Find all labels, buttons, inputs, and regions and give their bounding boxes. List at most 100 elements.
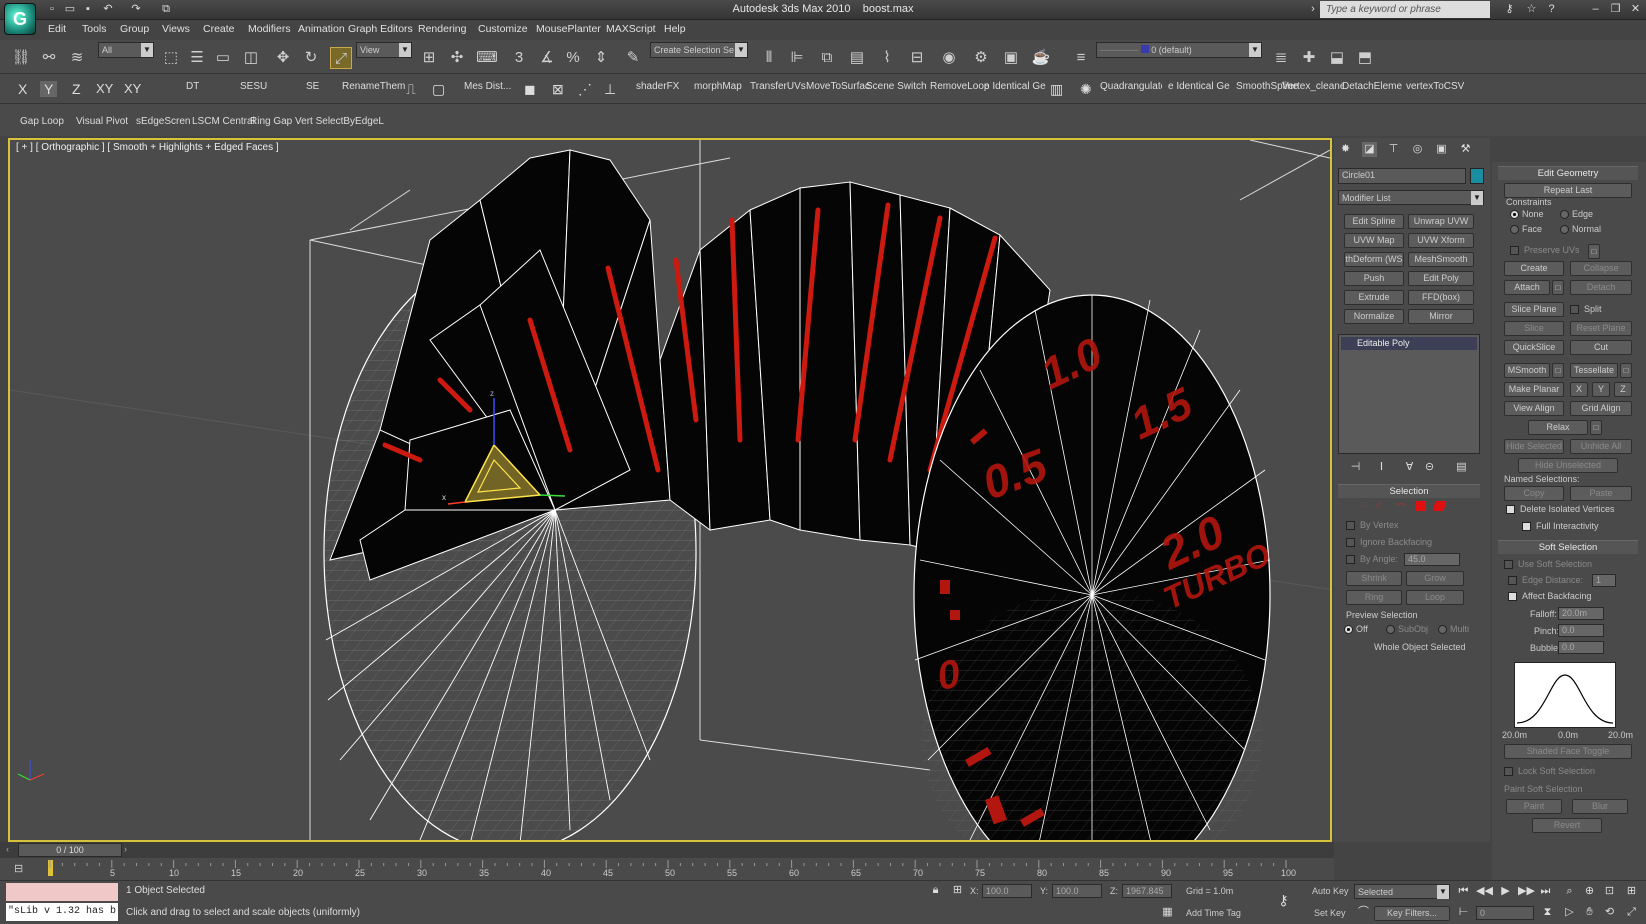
app-logo[interactable]: G	[4, 3, 36, 35]
uvw-map-button[interactable]: UVW Map	[1344, 233, 1404, 248]
set-key-button[interactable]: Set Key	[1314, 908, 1346, 918]
next-frame-icon[interactable]: ▶▶	[1518, 884, 1535, 899]
script-identical-geo-2[interactable]: e Identical Ge	[1168, 81, 1230, 92]
menu-animation[interactable]: Animation	[298, 23, 345, 35]
tessellate-settings-button[interactable]: □	[1620, 363, 1632, 378]
paint-button[interactable]: Paint	[1506, 799, 1562, 814]
bubble-spinner[interactable]: 0.0	[1558, 641, 1604, 654]
tool-edge-screen[interactable]: sEdgeScren	[136, 116, 190, 127]
select-manipulate-icon[interactable]: ✣	[446, 47, 468, 69]
ignore-backfacing-checkbox[interactable]	[1346, 538, 1355, 547]
mirror-icon[interactable]: ⫴	[758, 47, 780, 69]
planar-z-button[interactable]: Z	[1614, 382, 1632, 397]
script-movetosurface[interactable]: MoveToSurfac	[806, 81, 874, 92]
redo-icon[interactable]: ↷	[128, 2, 144, 17]
time-tag-icon[interactable]: ▦	[1160, 905, 1175, 920]
add-to-layer-icon[interactable]: ✚	[1298, 47, 1320, 69]
modifier-list-dropdown[interactable]: Modifier List ▼	[1338, 190, 1484, 205]
zoom-extents-all-icon[interactable]: ⊞	[1624, 884, 1639, 899]
falloff-spinner[interactable]: 20.0m	[1558, 607, 1604, 620]
stack-item-editable-poly[interactable]: Editable Poly	[1341, 337, 1477, 350]
unlink-icon[interactable]: ⚯	[38, 47, 60, 69]
preview-off-radio[interactable]	[1344, 625, 1353, 634]
view-align-button[interactable]: View Align	[1504, 401, 1564, 416]
unhide-all-button[interactable]: Unhide All	[1570, 439, 1632, 454]
track-bar[interactable]: ⊟ 5 10 15 20 25 30 35 40 45 50 55 60 65 …	[0, 858, 1334, 880]
key-filters-button[interactable]: Key Filters...	[1374, 906, 1450, 921]
motion-tab-icon[interactable]: ◎	[1410, 142, 1425, 157]
curve-editor-icon[interactable]: ⌇	[876, 47, 898, 69]
menu-views[interactable]: Views	[162, 23, 190, 35]
close-icon[interactable]: ✕	[1628, 2, 1643, 17]
auto-key-button[interactable]: Auto Key	[1312, 886, 1349, 896]
key-icon[interactable]: ⚷	[1502, 2, 1517, 17]
axis-x-button[interactable]: X	[18, 81, 27, 97]
selection-rollout-header[interactable]: Selection	[1338, 484, 1480, 498]
help-search-input[interactable]: Type a keyword or phrase	[1320, 1, 1490, 18]
soft-selection-header[interactable]: Soft Selection	[1498, 540, 1638, 554]
script-dt[interactable]: DT	[186, 81, 199, 92]
zoom-extents-icon[interactable]: ⊡	[1602, 884, 1617, 899]
unwrap-uvw-button[interactable]: Unwrap UVW	[1408, 214, 1474, 229]
named-selection-sets-dropdown[interactable]: Create Selection Se ▼	[650, 42, 748, 58]
mirror-button[interactable]: Mirror	[1408, 309, 1474, 324]
pin-stack-icon[interactable]: ⊣	[1348, 460, 1363, 475]
menu-help[interactable]: Help	[664, 23, 686, 35]
menu-group[interactable]: Group	[120, 23, 149, 35]
reference-coordinate-dropdown[interactable]: View ▼	[356, 42, 412, 58]
affect-backfacing-checkbox[interactable]	[1508, 592, 1517, 601]
element-level-icon[interactable]	[1432, 501, 1447, 511]
menu-tools[interactable]: Tools	[82, 23, 107, 35]
menu-maxscript[interactable]: MAXScript	[606, 23, 656, 35]
restore-icon[interactable]: ❐	[1608, 2, 1623, 17]
maximize-viewport-icon[interactable]: ⤢	[1624, 905, 1639, 920]
modify-tab-icon[interactable]: ◪	[1362, 142, 1377, 157]
lock-selection-icon[interactable]: 🔒︎	[928, 883, 943, 898]
script-nodes-icon[interactable]: ⋰	[578, 81, 592, 98]
window-crossing-icon[interactable]: ◫	[240, 47, 262, 69]
border-level-icon[interactable]: ⌒	[1396, 500, 1406, 515]
script-vertextocsv[interactable]: vertexToCSV	[1406, 81, 1464, 92]
constraint-normal-radio[interactable]	[1560, 225, 1569, 234]
msmooth-button[interactable]: MSmooth	[1504, 363, 1550, 378]
current-frame-field[interactable]: 0	[1476, 906, 1534, 920]
move-icon[interactable]: ✥	[272, 47, 294, 69]
preview-subobj-radio[interactable]	[1386, 625, 1395, 634]
constraint-none-radio[interactable]	[1510, 210, 1519, 219]
zoom-all-icon[interactable]: ⊕	[1582, 884, 1597, 899]
loop-button[interactable]: Loop	[1406, 590, 1464, 605]
ffd-box-button[interactable]: FFD(box)	[1408, 290, 1474, 305]
script-list-icon[interactable]: ▥	[1050, 81, 1063, 98]
script-quadrangulate[interactable]: Quadrangulate	[1100, 81, 1162, 92]
maxscript-mini-listener[interactable]: "sLib v 1.32 has b	[6, 903, 118, 921]
go-to-end-icon[interactable]: ⏭	[1538, 884, 1553, 899]
planar-y-button[interactable]: Y	[1592, 382, 1610, 397]
meshsmooth-button[interactable]: MeshSmooth	[1408, 252, 1474, 267]
align-icon[interactable]: ⊫	[786, 47, 808, 69]
tool-lscm-central[interactable]: LSCM Central	[192, 116, 255, 127]
select-by-name-icon[interactable]: ☰	[186, 47, 208, 69]
edit-named-sets-icon[interactable]: ✎	[622, 47, 644, 69]
star-icon[interactable]: ☆	[1524, 2, 1539, 17]
tool-gap-loop[interactable]: Gap Loop	[20, 116, 64, 127]
shrink-button[interactable]: Shrink	[1346, 571, 1402, 586]
render-setup-icon[interactable]: ⚙	[970, 47, 992, 69]
script-sun-icon[interactable]: ✺	[1080, 81, 1092, 98]
set-keys-key-icon[interactable]: ⚷	[1276, 893, 1291, 908]
full-interactivity-checkbox[interactable]	[1522, 522, 1531, 531]
add-time-tag-button[interactable]: Add Time Tag	[1186, 908, 1241, 918]
spinner-snap-icon[interactable]: ⇕	[590, 47, 612, 69]
key-mode-toggle-icon[interactable]: ⊢	[1456, 905, 1471, 920]
polygon-level-icon[interactable]	[1416, 501, 1426, 511]
msmooth-settings-button[interactable]: □	[1552, 363, 1564, 378]
collapse-button[interactable]: Collapse	[1570, 261, 1632, 276]
select-object-icon[interactable]: ⬚	[160, 47, 182, 69]
hide-unselected-button[interactable]: Hide Unselected	[1518, 458, 1618, 473]
menu-customize[interactable]: Customize	[478, 23, 528, 35]
vertex-level-icon[interactable]: ∴	[1360, 500, 1366, 511]
edge-level-icon[interactable]: ∕	[1378, 500, 1380, 511]
delete-isolated-checkbox[interactable]	[1506, 505, 1515, 514]
script-shaderfx[interactable]: shaderFX	[636, 81, 679, 92]
slider-next-icon[interactable]: ›	[124, 844, 136, 856]
grow-button[interactable]: Grow	[1406, 571, 1464, 586]
